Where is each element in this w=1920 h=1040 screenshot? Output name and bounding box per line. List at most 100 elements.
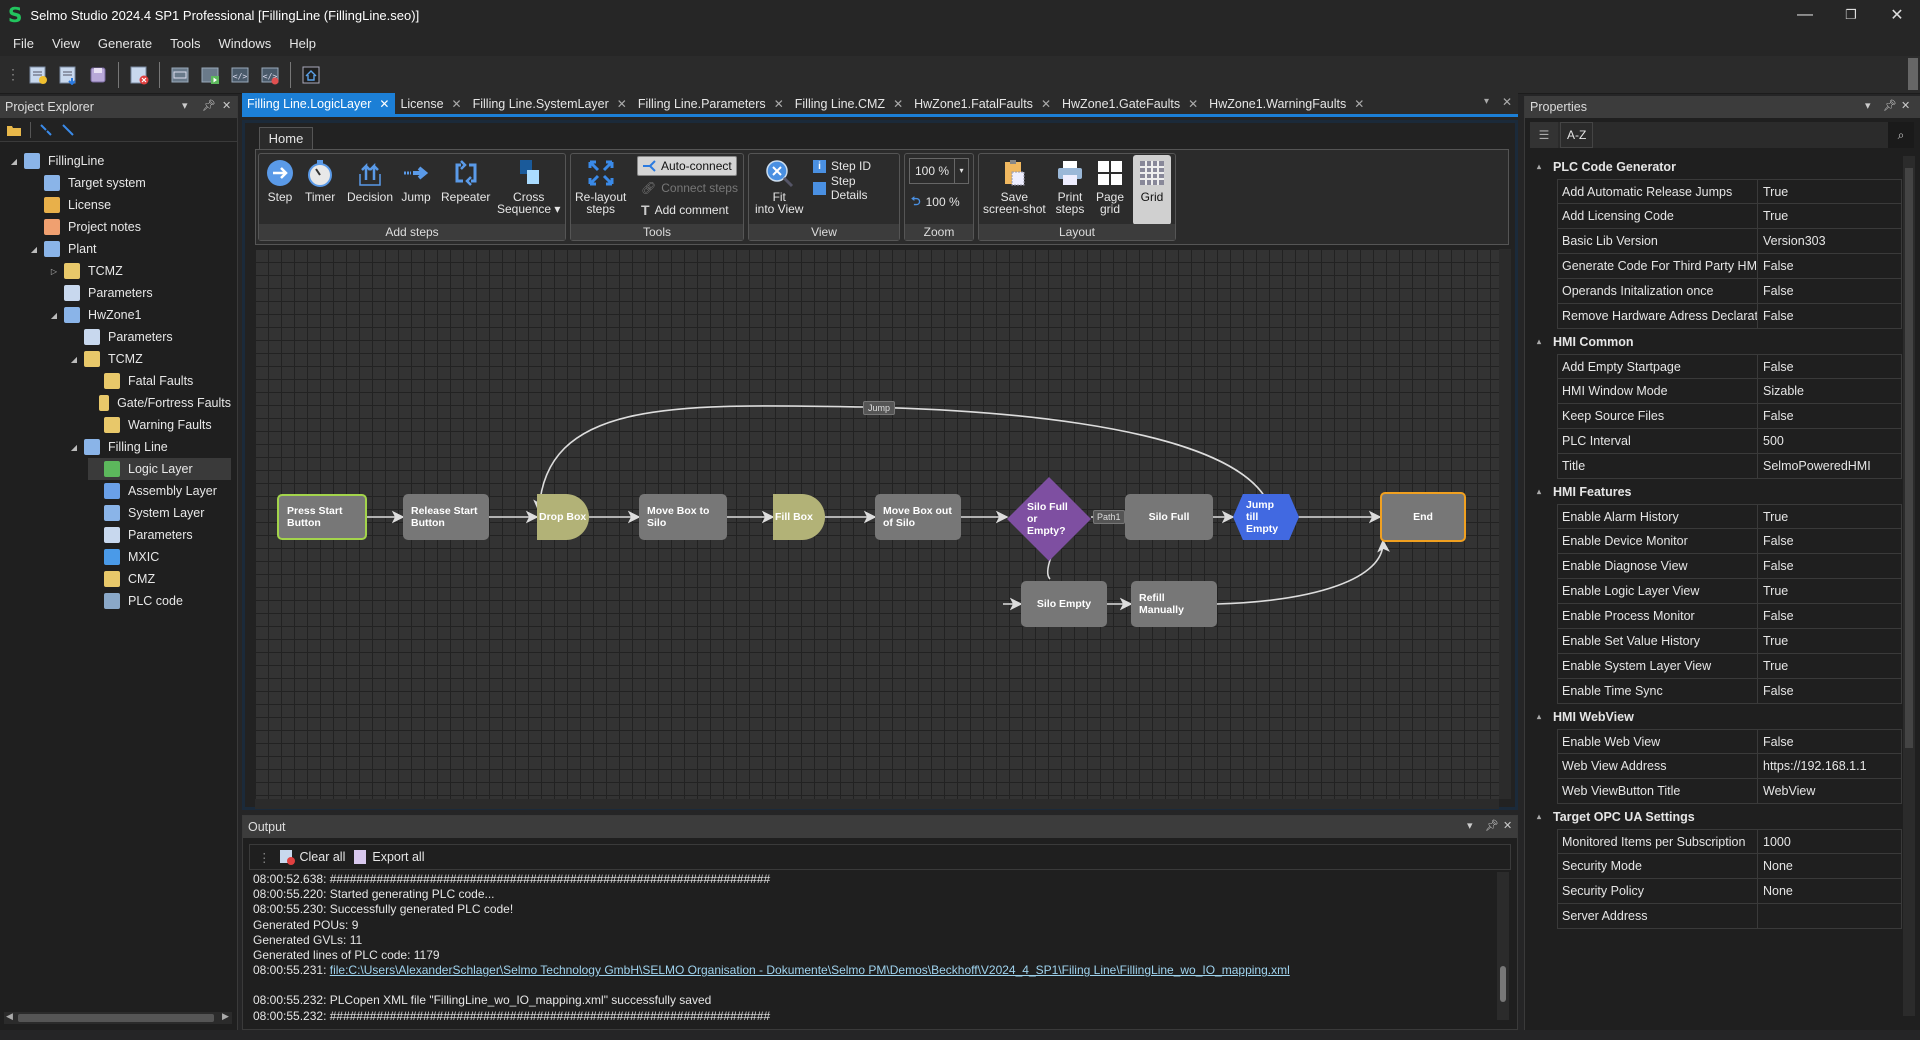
add-decision-button[interactable]: Decision [347,158,393,203]
tab-hwzone1-gatefaults[interactable]: HwZone1.GateFaults ✕ [1057,93,1204,114]
pin-icon[interactable]: 📌︎ [1485,819,1499,832]
explorer-hscrollbar[interactable]: ◀ ▶ [4,1011,232,1024]
tree-item[interactable]: CMZ [88,568,231,590]
relayout-steps-button[interactable]: Re-layout steps [575,158,626,215]
scroll-left-icon[interactable]: ◀ [6,1011,13,1022]
tree-item[interactable]: Warning Faults [88,414,231,436]
restore-button[interactable]: ❐ [1828,0,1874,30]
pin-icon[interactable]: 📌︎ [202,99,216,112]
collapse-icon[interactable]: ▴ [1533,712,1553,721]
tree-item[interactable]: ◢ FillingLine [8,150,231,172]
node-fill-box[interactable]: Fill Box [773,494,825,540]
tree-item[interactable]: Project notes [28,216,231,238]
close-tab-icon[interactable]: ✕ [617,97,627,111]
node-press-start[interactable]: Press Start Button [277,494,367,540]
zoom-select[interactable]: 100 % ▾ [909,158,969,184]
tree-item[interactable]: Parameters [88,524,231,546]
expander-icon[interactable]: ◢ [28,245,40,254]
collapse-icon[interactable]: ▴ [1533,812,1553,821]
tab-filling-line-systemlayer[interactable]: Filling Line.SystemLayer ✕ [468,93,633,114]
add-jump-button[interactable]: Jump [401,158,431,203]
expander-icon[interactable]: ◢ [8,157,20,166]
node-end[interactable]: End [1380,492,1466,542]
tree-item[interactable]: ▷ TCMZ [48,260,231,282]
tab-filling-line-parameters[interactable]: Filling Line.Parameters ✕ [633,93,790,114]
property-value[interactable]: 500 [1758,429,1901,453]
tree-item[interactable]: Parameters [68,326,231,348]
panel-menu-icon[interactable]: ▾ [1467,819,1473,832]
add-step-button[interactable]: Step [265,158,295,203]
tree-item[interactable]: Fatal Faults [88,370,231,392]
close-document-icon[interactable]: ✕ [1502,95,1512,109]
connect-steps-button[interactable]: 🔗︎ Connect steps [637,178,742,198]
property-value[interactable]: False [1758,355,1901,378]
cross-sequence-button[interactable]: Cross Sequence ▾ [497,158,560,215]
collapse-icon[interactable]: ▴ [1533,337,1553,346]
property-category[interactable]: ▴ HMI WebView [1533,704,1903,729]
property-value[interactable]: False [1758,730,1901,753]
layout-view-icon[interactable] [168,63,192,87]
save-screenshot-button[interactable]: Save screen-shot [983,158,1046,215]
close-project-icon[interactable] [127,63,151,87]
export-all-button[interactable]: Export all [353,849,424,865]
property-value[interactable]: WebView [1758,779,1901,803]
diagram-canvas[interactable]: Press Start Button Release Start Button Dr… [255,249,1509,799]
property-value[interactable]: SelmoPoweredHMI [1758,454,1901,478]
collapse-icon[interactable]: ▴ [1533,162,1553,171]
tree-item[interactable]: ◢ Filling Line [68,436,231,458]
categorized-view-icon[interactable]: ☰ [1530,122,1558,148]
toolbar-overflow-button[interactable] [1908,58,1918,90]
property-value[interactable]: https://192.168.1.1 [1758,754,1901,778]
collapse-all-icon[interactable] [39,123,53,137]
save-icon[interactable] [86,63,110,87]
property-category[interactable]: ▴ Target OPC UA Settings [1533,804,1903,829]
property-value[interactable]: False [1758,529,1901,553]
simulate-icon[interactable] [198,63,222,87]
property-category[interactable]: ▴ PLC Code Generator [1533,154,1903,179]
node-release-start[interactable]: Release Start Button [403,494,489,540]
file-link[interactable]: file:C:\Users\AlexanderSchlager\Selmo Te… [330,963,1290,977]
tree-item[interactable]: Target system [28,172,231,194]
print-steps-button[interactable]: Print steps [1055,158,1085,215]
zoom-dropdown-icon[interactable]: ▾ [954,159,968,183]
close-tab-icon[interactable]: ✕ [379,97,389,111]
node-jump-till-empty[interactable]: Jump till Empty [1233,494,1299,540]
close-panel-icon[interactable]: ✕ [1503,819,1512,832]
fit-into-view-button[interactable]: Fit into View [755,158,803,215]
node-refill[interactable]: Refill Manually [1131,581,1217,627]
close-panel-icon[interactable]: ✕ [222,99,231,112]
grid-toggle[interactable]: Grid [1133,155,1171,225]
property-value[interactable]: True [1758,204,1901,228]
node-silo-full[interactable]: Silo Full [1125,494,1213,540]
property-value[interactable]: False [1758,254,1901,278]
tab-list-icon[interactable]: ▾ [1484,96,1489,107]
page-grid-button[interactable]: Page grid [1095,158,1125,215]
property-value[interactable]: True [1758,579,1901,603]
delete-code-icon[interactable]: </> [258,63,282,87]
expander-icon[interactable]: ▷ [48,267,60,276]
menu-file[interactable]: File [4,36,43,51]
explorer-hscroll-thumb[interactable] [18,1014,214,1022]
close-panel-icon[interactable]: ✕ [1901,99,1910,112]
property-value[interactable] [1758,904,1901,928]
property-value[interactable]: None [1758,879,1901,903]
collapse-icon[interactable]: ▴ [1533,487,1553,496]
close-tab-icon[interactable]: ✕ [1041,97,1051,111]
pin-icon[interactable]: 📌︎ [1883,99,1897,112]
property-value[interactable]: False [1758,604,1901,628]
property-category[interactable]: ▴ HMI Common [1533,329,1903,354]
property-value[interactable]: 1000 [1758,830,1901,853]
scroll-right-icon[interactable]: ▶ [222,1011,229,1022]
property-category[interactable]: ▴ HMI Features [1533,479,1903,504]
property-value[interactable]: False [1758,404,1901,428]
node-silo-empty[interactable]: Silo Empty [1021,581,1107,627]
tree-item[interactable]: PLC code [88,590,231,612]
auto-connect-toggle[interactable]: Auto-connect [637,156,737,176]
property-value[interactable]: False [1758,304,1901,328]
tab-license[interactable]: License ✕ [395,93,467,114]
tree-item[interactable]: ◢ TCMZ [68,348,231,370]
property-value[interactable]: Version303 [1758,229,1901,253]
ribbon-tab-home[interactable]: Home [259,127,313,149]
expand-all-icon[interactable] [61,123,75,137]
sort-alphabetical-button[interactable]: A-Z [1560,122,1594,148]
